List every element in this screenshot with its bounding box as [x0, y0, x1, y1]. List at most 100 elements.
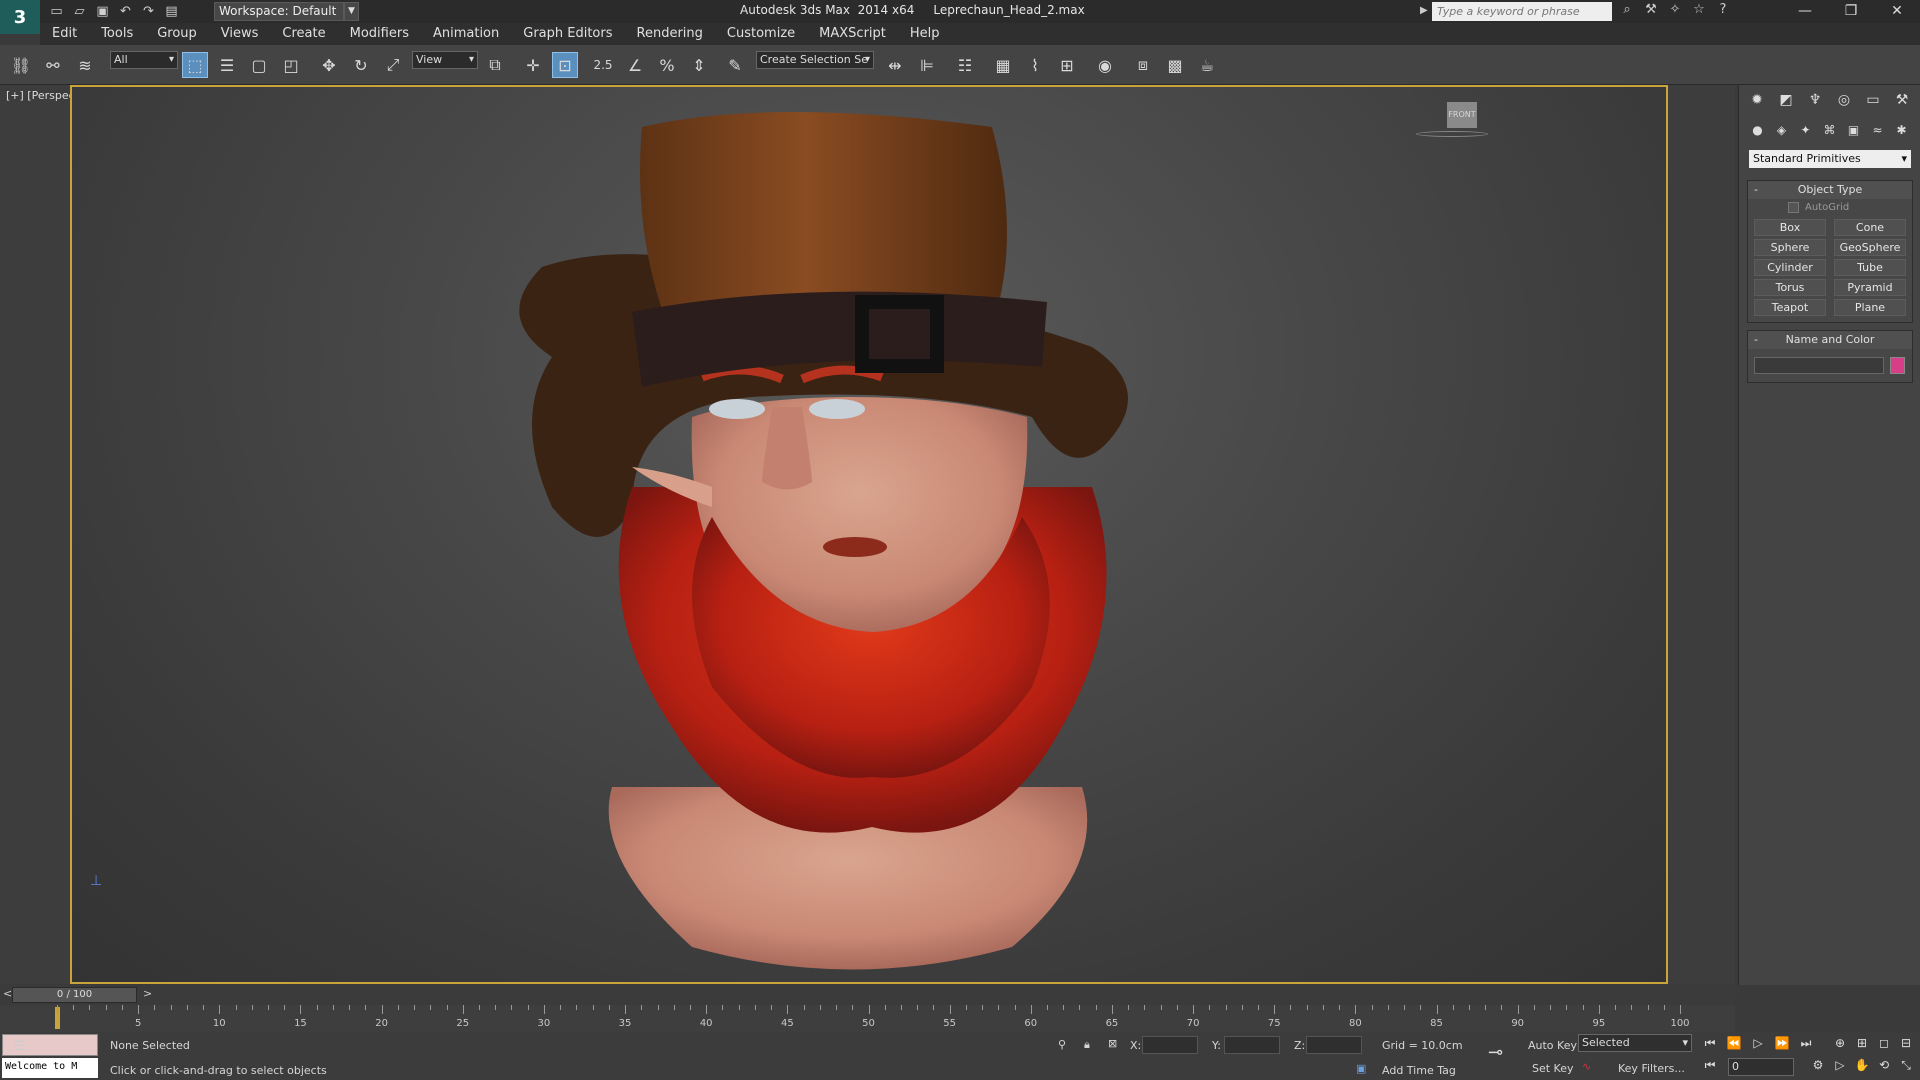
redo-icon[interactable]: ↷	[140, 3, 157, 20]
menu-edit[interactable]: Edit	[40, 23, 89, 45]
menu-create[interactable]: Create	[270, 23, 337, 45]
menu-maxscript[interactable]: MAXScript	[807, 23, 898, 45]
key-filters-button[interactable]: Key Filters...	[1618, 1062, 1685, 1075]
mirror-icon[interactable]: ⇹	[882, 52, 908, 78]
menu-help[interactable]: Help	[898, 23, 952, 45]
curve-editor-icon[interactable]: ⌇	[1022, 52, 1048, 78]
perspective-viewport[interactable]: FRONT ⊥	[70, 85, 1668, 984]
menu-modifiers[interactable]: Modifiers	[338, 23, 421, 45]
geometry-icon[interactable]: ●	[1747, 120, 1768, 140]
teapot-button[interactable]: Teapot	[1754, 299, 1826, 316]
minimize-button[interactable]: —	[1782, 0, 1828, 23]
next-frame-arrow-icon[interactable]: >	[143, 987, 152, 1000]
zoom-all-icon[interactable]: ⊞	[1852, 1036, 1872, 1054]
field-of-view-icon[interactable]: ▷	[1830, 1058, 1850, 1076]
absolute-mode-icon[interactable]: ⊠	[1108, 1037, 1117, 1050]
graphite-toolbox-icon[interactable]: ▦	[990, 52, 1016, 78]
scale-icon[interactable]: ⤢	[380, 52, 406, 78]
bind-space-warp-icon[interactable]: ≋	[72, 52, 98, 78]
pivot-center-icon[interactable]: ⧉	[482, 52, 508, 78]
menu-customize[interactable]: Customize	[715, 23, 807, 45]
search-expand-icon[interactable]: ▶	[1420, 5, 1428, 16]
next-key-icon[interactable]: ⏩	[1772, 1036, 1792, 1054]
pan-view-icon[interactable]: ✋	[1852, 1058, 1872, 1076]
utilities-tab-icon[interactable]: ⚒	[1890, 89, 1914, 111]
menu-animation[interactable]: Animation	[421, 23, 511, 45]
previous-key-icon[interactable]: ⏪	[1724, 1036, 1744, 1054]
named-selection-set-dropdown[interactable]: Create Selection Se	[756, 51, 874, 69]
menu-views[interactable]: Views	[209, 23, 271, 45]
listener-icon[interactable]: ☰	[14, 1039, 26, 1054]
viewcube[interactable]: FRONT	[1447, 102, 1477, 128]
time-configuration-icon[interactable]: ⚙	[1808, 1058, 1828, 1076]
modify-tab-icon[interactable]: ◩	[1774, 89, 1798, 111]
maximize-button[interactable]: ❐	[1828, 0, 1874, 23]
object-color-swatch[interactable]	[1890, 357, 1905, 374]
select-by-name-icon[interactable]: ☰	[214, 52, 240, 78]
menu-group[interactable]: Group	[145, 23, 209, 45]
key-mode-toggle-icon[interactable]: ⏮	[1700, 1058, 1720, 1076]
favorites-icon[interactable]: ☆	[1690, 2, 1708, 20]
create-tab-icon[interactable]: ✹	[1745, 89, 1769, 111]
go-to-start-icon[interactable]: ⏮	[1700, 1036, 1720, 1054]
select-manipulate-icon[interactable]: ✛	[520, 52, 546, 78]
percent-snap-icon[interactable]: %	[654, 52, 680, 78]
pyramid-button[interactable]: Pyramid	[1834, 279, 1906, 296]
viewcube-ring[interactable]	[1416, 131, 1488, 137]
set-key-icon[interactable]: ⊸	[1488, 1042, 1503, 1063]
box-button[interactable]: Box	[1754, 219, 1826, 236]
selection-lock-icon[interactable]: 🔒︎	[1084, 1038, 1090, 1052]
open-file-icon[interactable]: ▱	[71, 3, 88, 20]
isolate-icon[interactable]: ⚲	[1058, 1038, 1066, 1051]
undo-icon[interactable]: ↶	[117, 3, 134, 20]
geosphere-button[interactable]: GeoSphere	[1834, 239, 1906, 256]
z-coordinate-field[interactable]	[1306, 1036, 1362, 1054]
new-file-icon[interactable]: ▭	[48, 3, 65, 20]
motion-tab-icon[interactable]: ◎	[1832, 89, 1856, 111]
save-icon[interactable]: ▣	[94, 3, 111, 20]
torus-button[interactable]: Torus	[1754, 279, 1826, 296]
zoom-extents-all-icon[interactable]: ⊟	[1896, 1036, 1916, 1054]
go-to-end-icon[interactable]: ⏭	[1796, 1036, 1816, 1054]
project-folder-icon[interactable]: ▤	[163, 3, 180, 20]
time-tag-icon[interactable]: ▣	[1356, 1062, 1366, 1075]
menu-tools[interactable]: Tools	[89, 23, 145, 45]
timeline-track[interactable]: 5 10 15 20 25 30 35 40 45 50 55 60 65 70 75 80 85 90 95 100	[0, 1005, 1735, 1032]
default-in-out-tangent-icon[interactable]: ∿	[1582, 1060, 1591, 1073]
rendered-frame-window-icon[interactable]: ▩	[1162, 52, 1188, 78]
play-icon[interactable]: ▷	[1748, 1036, 1768, 1054]
snap-toggle-icon[interactable]: 2.5	[590, 52, 616, 78]
material-editor-icon[interactable]: ◉	[1092, 52, 1118, 78]
angle-snap-icon[interactable]: ∠	[622, 52, 648, 78]
spinner-snap-icon[interactable]: ⇕	[686, 52, 712, 78]
quick-access-menu-arrow[interactable]: ▼	[344, 2, 359, 21]
search-input[interactable]: Type a keyword or phrase	[1432, 2, 1612, 21]
orbit-icon[interactable]: ⟲	[1874, 1058, 1894, 1076]
maxscript-input[interactable]: Welcome to M	[2, 1058, 98, 1078]
add-time-tag[interactable]: Add Time Tag	[1382, 1064, 1456, 1077]
close-button[interactable]: ✕	[1874, 0, 1920, 23]
rotate-icon[interactable]: ↻	[348, 52, 374, 78]
cylinder-button[interactable]: Cylinder	[1754, 259, 1826, 276]
zoom-extents-icon[interactable]: ◻	[1874, 1036, 1894, 1054]
cameras-icon[interactable]: ⌘	[1819, 120, 1840, 140]
unlink-icon[interactable]: ⚯	[40, 52, 66, 78]
communication-icon[interactable]: ✧	[1666, 2, 1684, 20]
time-slider[interactable]: 0 / 100	[12, 987, 137, 1003]
binoculars-icon[interactable]: ⌕	[1618, 2, 1636, 20]
primitive-category-dropdown[interactable]: Standard Primitives	[1749, 150, 1911, 168]
menu-rendering[interactable]: Rendering	[625, 23, 715, 45]
key-mode-dropdown[interactable]: Selected	[1578, 1034, 1692, 1052]
layer-manager-icon[interactable]: ☷	[952, 52, 978, 78]
sphere-button[interactable]: Sphere	[1754, 239, 1826, 256]
prev-frame-arrow-icon[interactable]: <	[3, 987, 12, 1000]
x-coordinate-field[interactable]	[1142, 1036, 1198, 1054]
selection-filter-dropdown[interactable]: All	[110, 51, 178, 69]
help-icon[interactable]: ?	[1714, 2, 1732, 20]
move-icon[interactable]: ✥	[316, 52, 342, 78]
y-coordinate-field[interactable]	[1224, 1036, 1280, 1054]
object-type-header[interactable]: - Object Type	[1748, 181, 1912, 199]
keyboard-shortcut-toggle-icon[interactable]: ⊡	[552, 52, 578, 78]
auto-key-button[interactable]: Auto Key	[1528, 1039, 1577, 1052]
lights-icon[interactable]: ✦	[1795, 120, 1816, 140]
